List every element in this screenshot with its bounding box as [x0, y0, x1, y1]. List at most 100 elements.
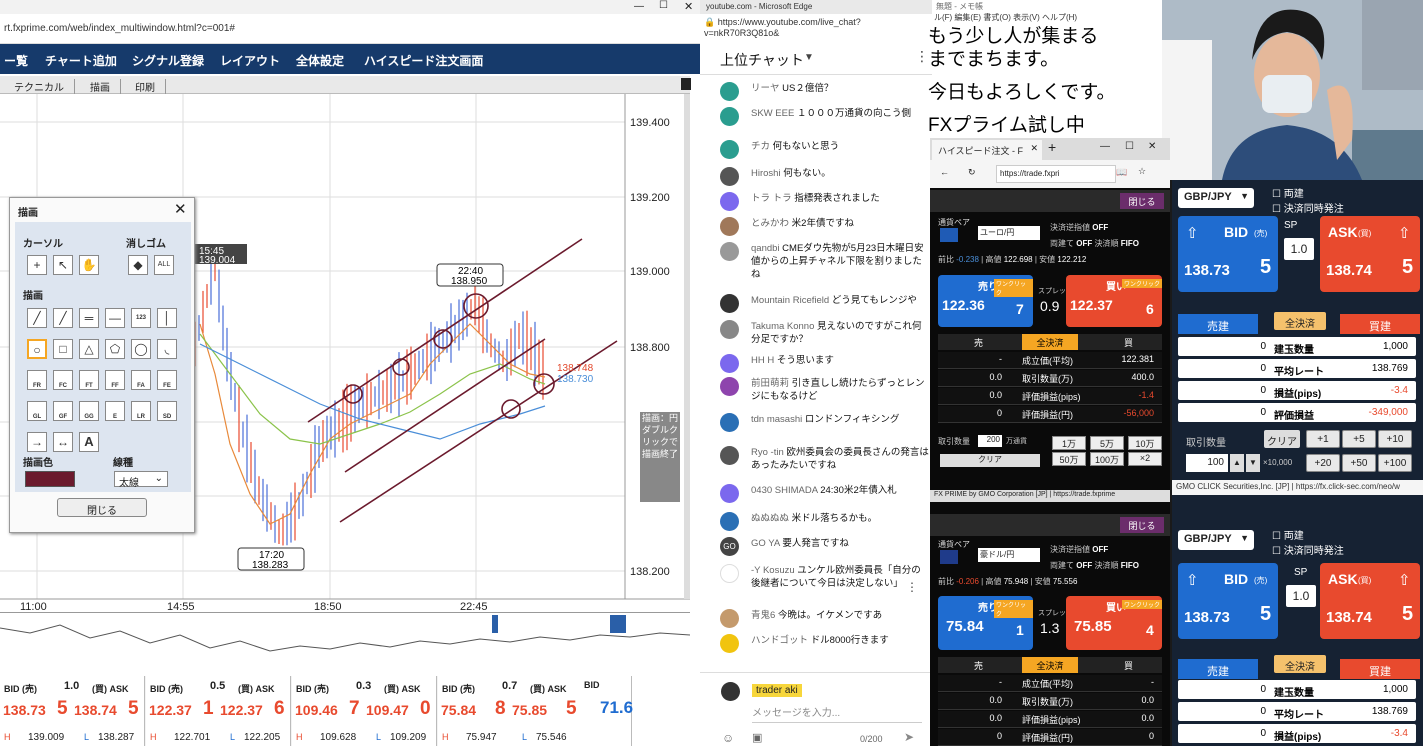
notepad-text[interactable]: もう少し人が集まる までまちます。 今日もよろしくです。 FXプライム試し中: [928, 25, 1116, 137]
increment-button[interactable]: +5: [1342, 430, 1376, 448]
line-tool-icon[interactable]: —: [105, 308, 125, 328]
increment-button[interactable]: +50: [1342, 454, 1376, 472]
menu-layout[interactable]: レイアウト: [220, 52, 280, 69]
gmo2-options[interactable]: ☐ 両建 ☐ 決済同時発注: [1272, 527, 1344, 557]
send-icon[interactable]: ➤: [904, 730, 914, 744]
erase-all-icon[interactable]: ALL: [154, 255, 174, 275]
line-tool-icon[interactable]: ═: [79, 308, 99, 328]
lot-button[interactable]: 5万: [1090, 436, 1124, 450]
chart-address-bar[interactable]: rt.fxprime.com/web/index_multiwindow.htm…: [0, 14, 700, 44]
gmo1-pair-select[interactable]: GBP/JPY ▼: [1178, 188, 1254, 208]
gmo1-options[interactable]: ☐ 両建 ☐ 決済同時発注: [1272, 185, 1344, 215]
text-tool-icon[interactable]: A: [79, 432, 99, 452]
lot-button[interactable]: 100万: [1090, 452, 1124, 466]
refresh-icon[interactable]: ↻: [968, 167, 976, 178]
gmo2-allclose-button[interactable]: 全決済: [1274, 655, 1326, 673]
menu-signal[interactable]: シグナル登録: [132, 52, 204, 69]
dialog-close-icon[interactable]: ✕: [174, 200, 187, 218]
hs2-buy-button[interactable]: 買い ワンクリック 75.85 4: [1066, 596, 1162, 650]
tab-technical[interactable]: テクニカル: [4, 79, 75, 94]
increment-button[interactable]: +20: [1306, 454, 1340, 472]
chat-header[interactable]: 上位チャット: [720, 50, 804, 70]
close-icon[interactable]: ✕: [1148, 141, 1156, 152]
rate-cell[interactable]: BID (売) 0.7 (買) ASK 75.84 8 75.85 5 H 75.947 L 75.…: [438, 676, 583, 746]
arrow-tool-icon[interactable]: →: [27, 432, 47, 452]
hs2-close-button[interactable]: 閉じる: [1120, 517, 1164, 533]
fib-tool-icon[interactable]: GF: [53, 401, 73, 421]
increment-button[interactable]: +10: [1378, 430, 1412, 448]
fib-tool-icon[interactable]: FC: [53, 370, 73, 390]
close-icon[interactable]: ✕: [684, 0, 693, 13]
crosshair-tool-icon[interactable]: +: [27, 255, 47, 275]
rate-cell[interactable]: BID (売) 0.3 (買) ASK 109.46 7 109.47 0 H 109.628 L…: [292, 676, 437, 746]
rate-cell[interactable]: BID (売) 0.5 (買) ASK 122.37 1 122.37 6 H 122.701 L…: [146, 676, 291, 746]
gmo2-pair-select[interactable]: GBP/JPY ▼: [1178, 530, 1254, 550]
lot-button[interactable]: 10万: [1128, 436, 1162, 450]
circle-tool-icon[interactable]: ○: [27, 339, 47, 359]
maximize-icon[interactable]: ☐: [1125, 141, 1134, 152]
fib-tool-icon[interactable]: GL: [27, 401, 47, 421]
hs1-pair-select[interactable]: ユーロ/円: [978, 226, 1040, 240]
hand-tool-icon[interactable]: ✋: [79, 255, 99, 275]
hs1-buy-button[interactable]: 買い ワンクリック 122.37 6: [1066, 275, 1162, 327]
superchat-icon[interactable]: ▣: [752, 731, 762, 744]
eraser-tool-icon[interactable]: ◆: [128, 255, 148, 275]
maximize-icon[interactable]: ☐: [659, 0, 668, 11]
reader-icon[interactable]: 📖: [1116, 167, 1127, 178]
ellipse-tool-icon[interactable]: ◯: [131, 339, 151, 359]
fib-tool-icon[interactable]: GG: [79, 401, 99, 421]
tab-print[interactable]: 印刷: [125, 79, 166, 94]
double-arrow-tool-icon[interactable]: ↔: [53, 432, 73, 452]
hs1-close-button[interactable]: 閉じる: [1120, 193, 1164, 209]
pentagon-tool-icon[interactable]: ⬠: [105, 339, 125, 359]
fib-tool-icon[interactable]: FE: [157, 370, 177, 390]
lot-button[interactable]: ×2: [1128, 452, 1162, 466]
navigator[interactable]: [0, 612, 691, 662]
stepper-up-icon[interactable]: ▲: [1230, 454, 1244, 472]
triangle-tool-icon[interactable]: △: [79, 339, 99, 359]
rate-cell-partial[interactable]: BID 71.6: [582, 676, 633, 746]
hs1-url[interactable]: https://trade.fxpri: [996, 165, 1116, 183]
line-tool-icon[interactable]: ╱: [27, 308, 47, 328]
fib-tool-icon[interactable]: FA: [131, 370, 151, 390]
gmo2-sell-button[interactable]: 売建: [1178, 659, 1258, 679]
hs1-tab[interactable]: ハイスピード注文 - F ✕: [932, 140, 1042, 160]
menu-list[interactable]: ー覧: [4, 52, 28, 69]
notepad-menu[interactable]: ル(F) 編集(E) 書式(O) 表示(V) ヘルプ(H): [932, 12, 1162, 24]
gmo1-bid-button[interactable]: ⇧ BID (売) 138.73 5: [1178, 216, 1278, 292]
new-tab-icon[interactable]: +: [1048, 139, 1056, 155]
fib-tool-icon[interactable]: SD: [157, 401, 177, 421]
gmo2-ask-button[interactable]: ASK (買) ⇧ 138.74 5: [1320, 563, 1420, 639]
fib-tool-icon[interactable]: LR: [131, 401, 151, 421]
hs2-allclose-button[interactable]: 全決済: [1022, 657, 1078, 673]
camera-icon[interactable]: [681, 78, 691, 90]
gmo1-ask-button[interactable]: ASK (買) ⇧ 138.74 5: [1320, 216, 1420, 292]
hs1-qty-input[interactable]: 200: [978, 435, 1002, 447]
gmo1-buy-button[interactable]: 買建: [1340, 314, 1420, 334]
fib-tool-icon[interactable]: FR: [27, 370, 47, 390]
fib-tool-icon[interactable]: E: [105, 401, 125, 421]
hs2-sell-button[interactable]: 売り ワンクリック 75.84 1: [938, 596, 1033, 650]
hs1-allclose-button[interactable]: 全決済: [1022, 334, 1078, 350]
emoji-icon[interactable]: ☺: [722, 731, 734, 745]
menu-settings[interactable]: 全体設定: [296, 52, 344, 69]
gmo1-sell-button[interactable]: 売建: [1178, 314, 1258, 334]
hs1-sell-button[interactable]: 売り ワンクリック 122.36 7: [938, 275, 1033, 327]
hs1-clear-button[interactable]: クリア: [940, 454, 1040, 467]
color-swatch[interactable]: [25, 471, 75, 487]
gmo2-buy-button[interactable]: 買建: [1340, 659, 1420, 679]
star-icon[interactable]: ☆: [1138, 166, 1146, 177]
rect-tool-icon[interactable]: □: [53, 339, 73, 359]
menu-add-chart[interactable]: チャート追加: [45, 52, 117, 69]
increment-button[interactable]: +1: [1306, 430, 1340, 448]
gmo1-clear-button[interactable]: クリア: [1264, 430, 1300, 448]
hs2-pair-select[interactable]: 豪ドル/円: [978, 548, 1040, 562]
gmo1-qty-input[interactable]: 100: [1186, 454, 1228, 472]
pointer-tool-icon[interactable]: ↖: [53, 255, 73, 275]
linetype-select[interactable]: 太線 ⌄: [114, 471, 168, 489]
more-icon[interactable]: ⋮: [915, 48, 929, 65]
gmo2-bid-button[interactable]: ⇧ BID (売) 138.73 5: [1178, 563, 1278, 639]
chat-input[interactable]: メッセージを入力...: [752, 704, 922, 723]
rate-cell[interactable]: BID (売) 1.0 (買) ASK 138.73 5 138.74 5 H 139.009 L…: [0, 676, 145, 746]
stepper-down-icon[interactable]: ▼: [1246, 454, 1260, 472]
